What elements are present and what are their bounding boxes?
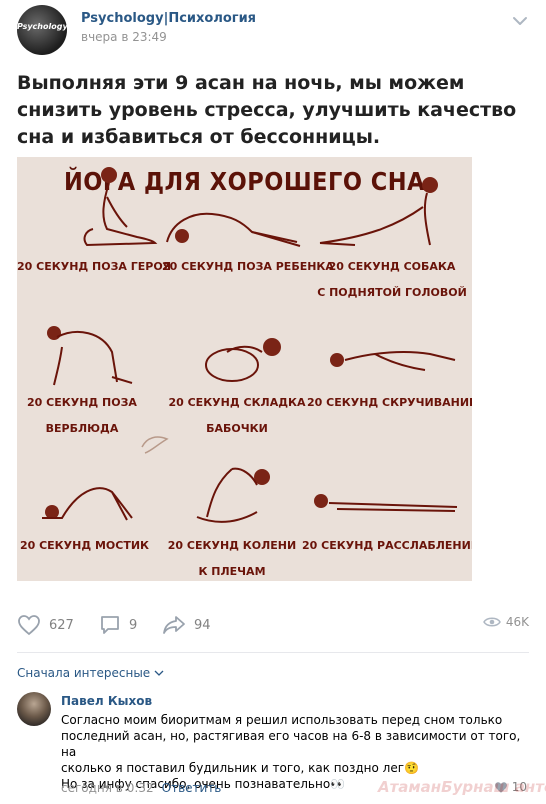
chevron-down-icon — [154, 670, 164, 676]
caption-line: ВЕРБЛЮДА — [45, 422, 119, 435]
comment-line: сколько я поставил будильник и того, как… — [61, 761, 419, 775]
view-counter: 46K — [482, 615, 529, 629]
hero-pose-figure — [83, 167, 158, 247]
butterfly-fold-figure — [205, 338, 281, 382]
twist-pose-figure — [330, 351, 456, 371]
post-actions: 627 9 94 46K — [17, 611, 529, 641]
caption-line: 20 СЕКУНД СКЛАДКА — [168, 396, 306, 409]
comment-line: Согласно моим биоритмам я решил использо… — [61, 713, 503, 727]
comments-sort-dropdown[interactable]: Сначала интересные — [17, 666, 164, 680]
view-count: 46K — [505, 615, 529, 629]
post-text: Выполняя эти 9 асан на ночь, мы можем сн… — [17, 72, 517, 148]
relaxation-pose-figure — [314, 494, 458, 512]
share-arrow-icon — [163, 616, 185, 634]
yoga-poster-image[interactable]: ЙОГА ДЛЯ ХОРОШЕГО СНА 20 СЕКУНД ПОЗА ГЕР… — [17, 157, 472, 581]
reply-link[interactable]: Ответить — [162, 781, 222, 795]
caption-line: 20 СЕКУНД ПОЗА — [27, 396, 137, 409]
knees-to-shoulders-figure — [196, 467, 270, 523]
caption-line: 20 СЕКУНД СОБАКА — [328, 260, 456, 273]
comment-icon — [101, 616, 119, 634]
caption-upward-dog: 20 СЕКУНД СОБАКА С ПОДНЯТОЙ ГОЛОВОЙ — [317, 254, 467, 306]
caption-line: 20 СЕКУНД СКРУЧИВАНИЕ — [307, 396, 472, 409]
post-header: Psychology Psychology|Психология вчера в… — [17, 5, 529, 57]
caption-hero-pose: 20 СЕКУНД ПОЗА ГЕРОЯ — [17, 254, 172, 280]
caption-camel-pose: 20 СЕКУНД ПОЗА ВЕРБЛЮДА — [17, 390, 147, 442]
caption-child-pose: 20 СЕКУНД ПОЗА РЕБЕНКА — [162, 254, 334, 280]
upward-dog-figure — [319, 177, 438, 246]
like-count: 627 — [49, 617, 74, 633]
caption-line: 20 СЕКУНД МОСТИК — [19, 539, 150, 552]
comment-timestamp[interactable]: сегодня в 0:32 — [61, 781, 154, 795]
post-timestamp[interactable]: вчера в 23:49 — [81, 30, 167, 44]
caption-line: 20 СЕКУНД КОЛЕНИ — [167, 539, 297, 552]
camel-pose-figure — [47, 326, 133, 386]
commenter-avatar[interactable] — [17, 692, 51, 726]
comment-count: 9 — [129, 617, 138, 633]
caption-line: С ПОДНЯТОЙ ГОЛОВОЙ — [317, 286, 467, 299]
share-count: 94 — [194, 617, 211, 633]
caption-bridge: 20 СЕКУНД МОСТИК — [17, 533, 152, 559]
caption-knees-to-shoulders: 20 СЕКУНД КОЛЕНИ К ПЛЕЧАМ — [152, 533, 312, 581]
divider — [17, 652, 529, 653]
caption-twist: 20 СЕКУНД СКРУЧИВАНИЕ — [307, 390, 472, 416]
comment-meta: сегодня в 0:32 Ответить — [61, 781, 221, 795]
share-button[interactable]: 94 — [162, 611, 211, 639]
commenter-name-link[interactable]: Павел Кыхов — [61, 694, 152, 708]
caption-line: К ПЛЕЧАМ — [198, 565, 266, 578]
watermark: АтаманБурнаш анте.ру — [378, 778, 546, 796]
caption-line: БАБОЧКИ — [206, 422, 268, 435]
caption-butterfly-fold: 20 СЕКУНД СКЛАДКА БАБОЧКИ — [162, 390, 312, 442]
comment-button[interactable]: 9 — [99, 611, 137, 639]
eye-icon — [482, 617, 501, 627]
chevron-down-icon[interactable] — [511, 15, 529, 27]
like-button[interactable]: 627 — [17, 611, 74, 639]
bridge-pose-figure — [42, 487, 133, 521]
avatar-label: Psychology — [17, 22, 67, 31]
caption-line: 20 СЕКУНД РАССЛАБЛЕНИЕ — [302, 539, 472, 552]
community-name-link[interactable]: Psychology|Психология — [81, 11, 256, 26]
child-pose-figure — [166, 212, 301, 247]
community-avatar[interactable]: Psychology — [17, 5, 67, 55]
caption-line: 20 СЕКУНД ПОЗА ГЕРОЯ — [17, 260, 172, 273]
heart-icon — [18, 615, 40, 636]
caption-line: 20 СЕКУНД ПОЗА РЕБЕНКА — [162, 260, 334, 273]
comments-sort-label: Сначала интересные — [17, 666, 151, 680]
caption-relaxation: 20 СЕКУНД РАССЛАБЛЕНИЕ — [302, 533, 472, 559]
comment-line: последний асан, но, растягивая его часов… — [61, 729, 521, 759]
